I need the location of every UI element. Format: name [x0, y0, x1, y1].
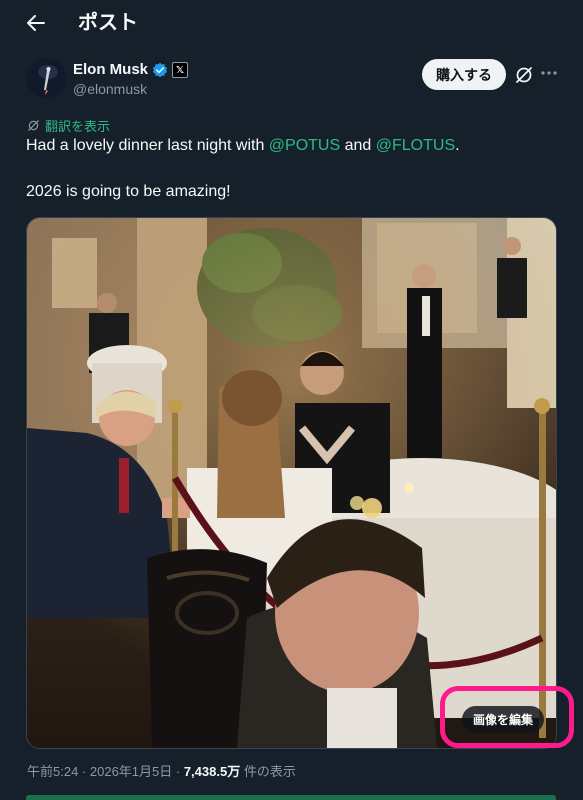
edit-image-button[interactable]: 画像を編集 [462, 706, 544, 733]
page-title: ポスト [78, 12, 138, 34]
post-meta: 午前5:24 · 2026年1月5日 · 7,438.5万 件の表示 [27, 764, 296, 780]
author-handle[interactable]: @elonmusk [73, 80, 147, 98]
post-date[interactable]: 2026年1月5日 [90, 764, 172, 779]
avatar-image [26, 58, 66, 98]
meta-separator: · [78, 764, 90, 779]
name-line: Elon Musk 𝕏 [73, 61, 189, 79]
post-text-after: . [455, 137, 460, 154]
translate-link[interactable]: 翻訳を表示 [27, 116, 110, 135]
meta-separator: · [172, 764, 184, 779]
subscribe-button[interactable]: 購入する [422, 59, 506, 90]
post-time[interactable]: 午前5:24 [27, 764, 78, 779]
post-text-before: Had a lovely dinner last night with [26, 137, 269, 154]
bottom-accent-bar [26, 795, 556, 800]
views-suffix: 件の表示 [240, 764, 296, 779]
view-count: 7,438.5万 [183, 764, 241, 779]
dinner-photo [27, 218, 556, 748]
grok-button[interactable] [513, 64, 535, 86]
author-name[interactable]: Elon Musk [73, 61, 148, 79]
verified-badge-icon[interactable] [152, 62, 168, 78]
post-line-2: 2026 is going to be amazing! [26, 183, 231, 200]
translate-icon [28, 120, 39, 131]
more-icon [541, 71, 557, 75]
top-bar: ポスト [0, 0, 583, 46]
translate-label[interactable]: 翻訳を表示 [45, 116, 110, 135]
back-button[interactable] [20, 9, 52, 37]
post-line-1: Had a lovely dinner last night with @POT… [26, 136, 561, 156]
more-button[interactable] [538, 62, 560, 84]
post-text-middle: and [340, 137, 376, 154]
back-arrow-icon [27, 15, 45, 31]
grok-icon [516, 67, 532, 83]
post-image[interactable] [26, 217, 557, 749]
x-affiliate-icon[interactable]: 𝕏 [172, 62, 189, 78]
mention-flotus[interactable]: @FLOTUS [376, 137, 455, 154]
avatar[interactable] [26, 58, 66, 98]
mention-potus[interactable]: @POTUS [269, 137, 340, 154]
post-text: Had a lovely dinner last night with @POT… [26, 136, 561, 202]
author-row: Elon Musk 𝕏 @elonmusk 購入する [26, 58, 561, 100]
